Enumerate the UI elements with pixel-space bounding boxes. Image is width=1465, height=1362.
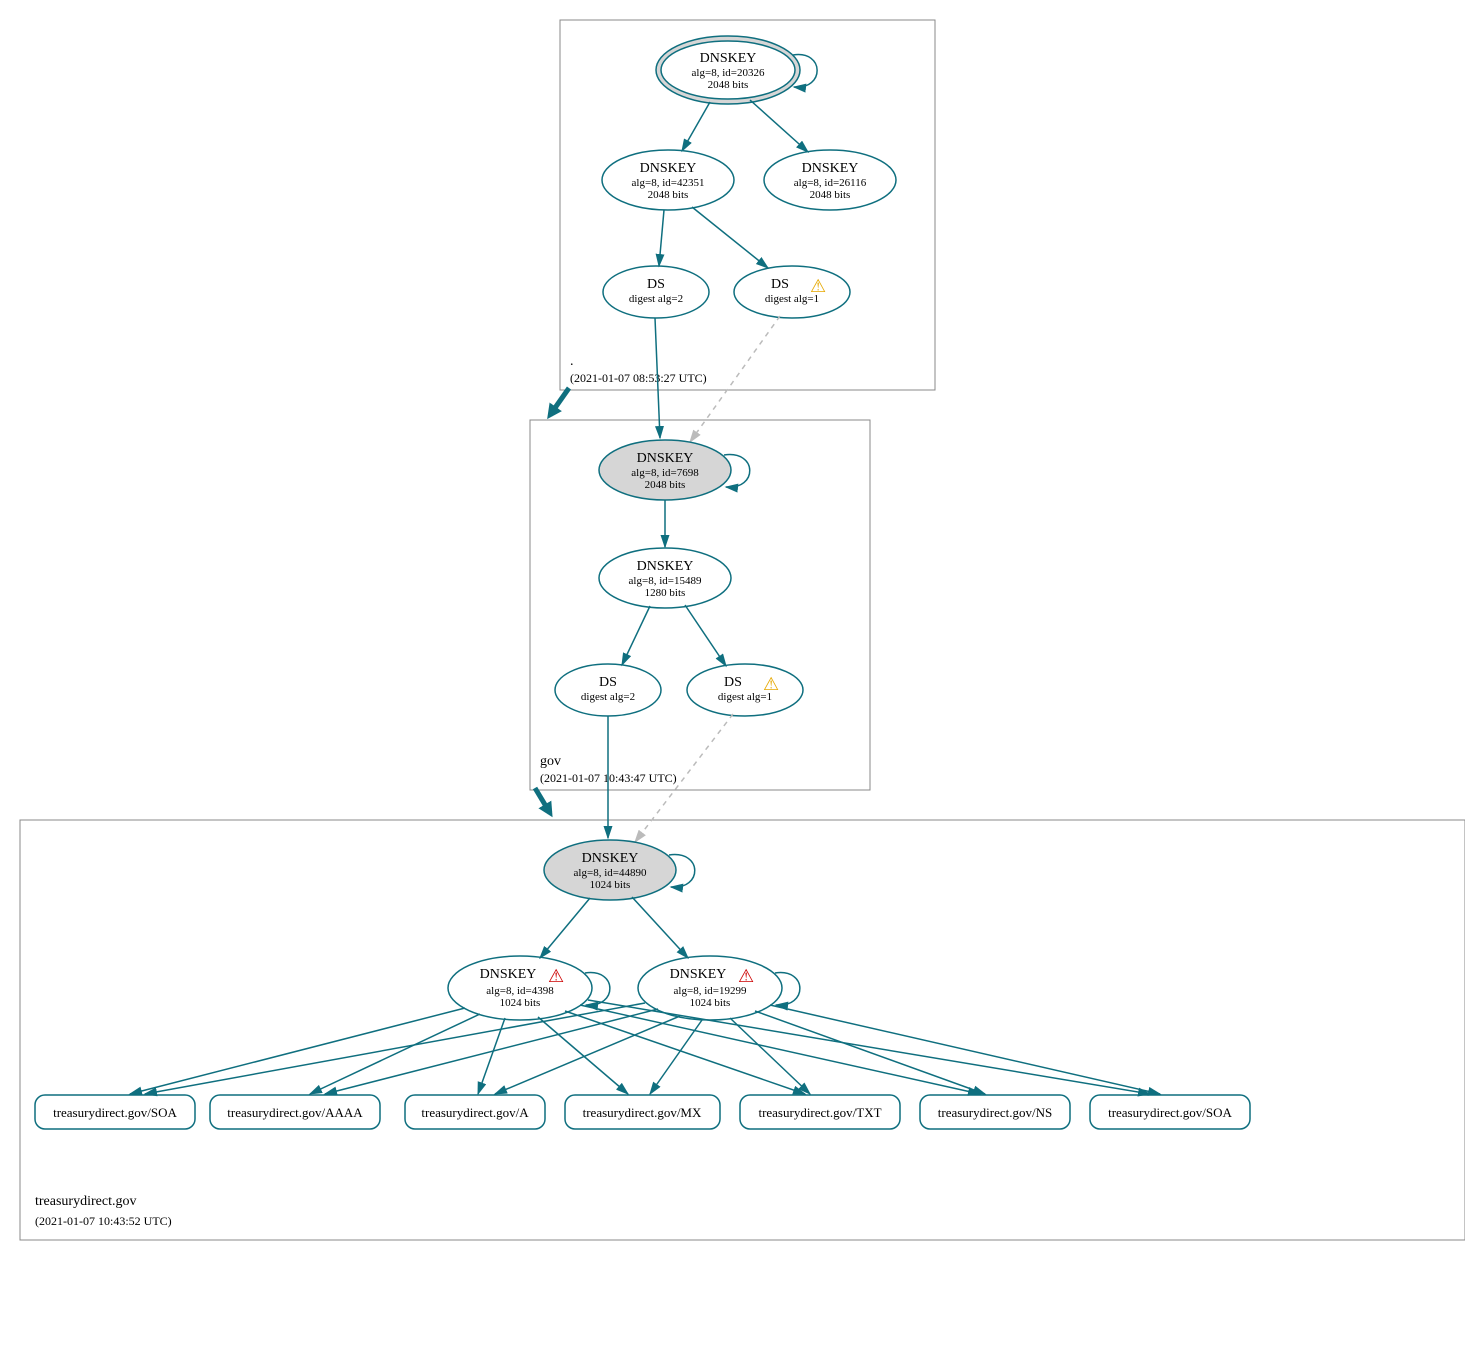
svg-text:DNSKEY: DNSKEY	[637, 451, 694, 466]
svg-text:1280 bits: 1280 bits	[645, 587, 686, 599]
node-gov-zsk: DNSKEY alg=8, id=15489 1280 bits	[599, 548, 731, 608]
warning-red-icon: ⚠	[548, 966, 564, 986]
svg-text:treasurydirect.gov/A: treasurydirect.gov/A	[421, 1105, 529, 1120]
rr-soa2: treasurydirect.gov/SOA	[1090, 1095, 1250, 1129]
svg-text:DS: DS	[647, 277, 665, 292]
svg-text:DS: DS	[771, 277, 789, 292]
node-gov-ds1: DS digest alg=2	[555, 664, 661, 716]
svg-text:treasurydirect.gov/SOA: treasurydirect.gov/SOA	[53, 1105, 177, 1120]
edge-govzsk-ds1	[622, 606, 650, 665]
svg-text:1024 bits: 1024 bits	[590, 879, 631, 891]
rr-mx: treasurydirect.gov/MX	[565, 1095, 720, 1129]
warning-red-icon: ⚠	[738, 966, 754, 986]
edge-rootzsk1-ds1	[659, 210, 664, 266]
zone-label-td: treasurydirect.gov	[35, 1194, 136, 1209]
svg-text:DNSKEY: DNSKEY	[480, 967, 537, 982]
delegation-gov-td	[535, 788, 550, 813]
svg-text:treasurydirect.gov/MX: treasurydirect.gov/MX	[583, 1105, 702, 1120]
svg-text:alg=8, id=4398: alg=8, id=4398	[486, 985, 554, 997]
node-gov-ds2: DS digest alg=1 ⚠	[687, 664, 803, 716]
edge-rootksk-zsk2	[750, 100, 808, 152]
svg-text:treasurydirect.gov/TXT: treasurydirect.gov/TXT	[758, 1105, 881, 1120]
rr-aaaa: treasurydirect.gov/AAAA	[210, 1095, 380, 1129]
svg-text:DNSKEY: DNSKEY	[700, 51, 757, 66]
node-td-zsk1: DNSKEY alg=8, id=4398 1024 bits ⚠	[448, 956, 592, 1020]
rr-ns: treasurydirect.gov/NS	[920, 1095, 1070, 1129]
svg-text:2048 bits: 2048 bits	[645, 479, 686, 491]
svg-text:treasurydirect.gov/SOA: treasurydirect.gov/SOA	[1108, 1105, 1232, 1120]
node-root-zsk1: DNSKEY alg=8, id=42351 2048 bits	[602, 150, 734, 210]
rr-txt: treasurydirect.gov/TXT	[740, 1095, 900, 1129]
svg-text:alg=8, id=19299: alg=8, id=19299	[674, 985, 747, 997]
svg-text:treasurydirect.gov/AAAA: treasurydirect.gov/AAAA	[227, 1105, 363, 1120]
edge-tdksk-zsk1	[540, 898, 590, 958]
svg-text:alg=8, id=15489: alg=8, id=15489	[629, 575, 702, 587]
svg-text:2048 bits: 2048 bits	[648, 189, 689, 201]
svg-text:DNSKEY: DNSKEY	[670, 967, 727, 982]
edge-govzsk-ds2	[685, 605, 726, 666]
svg-text:DNSKEY: DNSKEY	[802, 161, 859, 176]
svg-text:2048 bits: 2048 bits	[708, 79, 749, 91]
edge-rootzsk1-ds2	[692, 207, 768, 268]
svg-text:DS: DS	[724, 675, 742, 690]
node-root-ds2: DS digest alg=1 ⚠	[734, 266, 850, 318]
svg-text:alg=8, id=7698: alg=8, id=7698	[631, 467, 699, 479]
svg-text:alg=8, id=44890: alg=8, id=44890	[574, 867, 647, 879]
svg-text:DS: DS	[599, 675, 617, 690]
node-td-ksk: DNSKEY alg=8, id=44890 1024 bits	[544, 840, 676, 900]
svg-text:2048 bits: 2048 bits	[810, 189, 851, 201]
svg-text:alg=8, id=42351: alg=8, id=42351	[632, 177, 705, 189]
svg-text:1024 bits: 1024 bits	[690, 997, 731, 1009]
svg-text:treasurydirect.gov/NS: treasurydirect.gov/NS	[938, 1105, 1052, 1120]
node-gov-ksk: DNSKEY alg=8, id=7698 2048 bits	[599, 440, 731, 500]
rr-soa1: treasurydirect.gov/SOA	[35, 1095, 195, 1129]
warning-yellow-icon: ⚠	[810, 276, 826, 296]
delegation-root-gov	[550, 388, 569, 415]
edge-tdksk-zsk2	[632, 897, 688, 958]
zone-timestamp-td: (2021-01-07 10:43:52 UTC)	[35, 1214, 172, 1228]
node-td-zsk2: DNSKEY alg=8, id=19299 1024 bits ⚠	[638, 956, 782, 1020]
edge-rootksk-zsk1	[682, 102, 710, 151]
warning-yellow-icon: ⚠	[763, 674, 779, 694]
zone-timestamp-root: (2021-01-07 08:53:27 UTC)	[570, 371, 707, 385]
svg-text:digest alg=2: digest alg=2	[629, 293, 683, 305]
node-root-ksk: DNSKEY alg=8, id=20326 2048 bits	[656, 36, 800, 104]
zone-label-gov: gov	[540, 754, 561, 769]
svg-text:1024 bits: 1024 bits	[500, 997, 541, 1009]
svg-text:digest alg=2: digest alg=2	[581, 691, 635, 703]
svg-text:DNSKEY: DNSKEY	[582, 851, 639, 866]
svg-text:DNSKEY: DNSKEY	[637, 559, 694, 574]
zone-label-root: .	[570, 354, 574, 369]
svg-text:DNSKEY: DNSKEY	[640, 161, 697, 176]
svg-text:alg=8, id=26116: alg=8, id=26116	[794, 177, 867, 189]
node-root-ds1: DS digest alg=2	[603, 266, 709, 318]
svg-text:alg=8, id=20326: alg=8, id=20326	[692, 67, 765, 79]
dnssec-diagram: . (2021-01-07 08:53:27 UTC) DNSKEY alg=8…	[10, 10, 1465, 1352]
rr-a: treasurydirect.gov/A	[405, 1095, 545, 1129]
node-root-zsk2: DNSKEY alg=8, id=26116 2048 bits	[764, 150, 896, 210]
